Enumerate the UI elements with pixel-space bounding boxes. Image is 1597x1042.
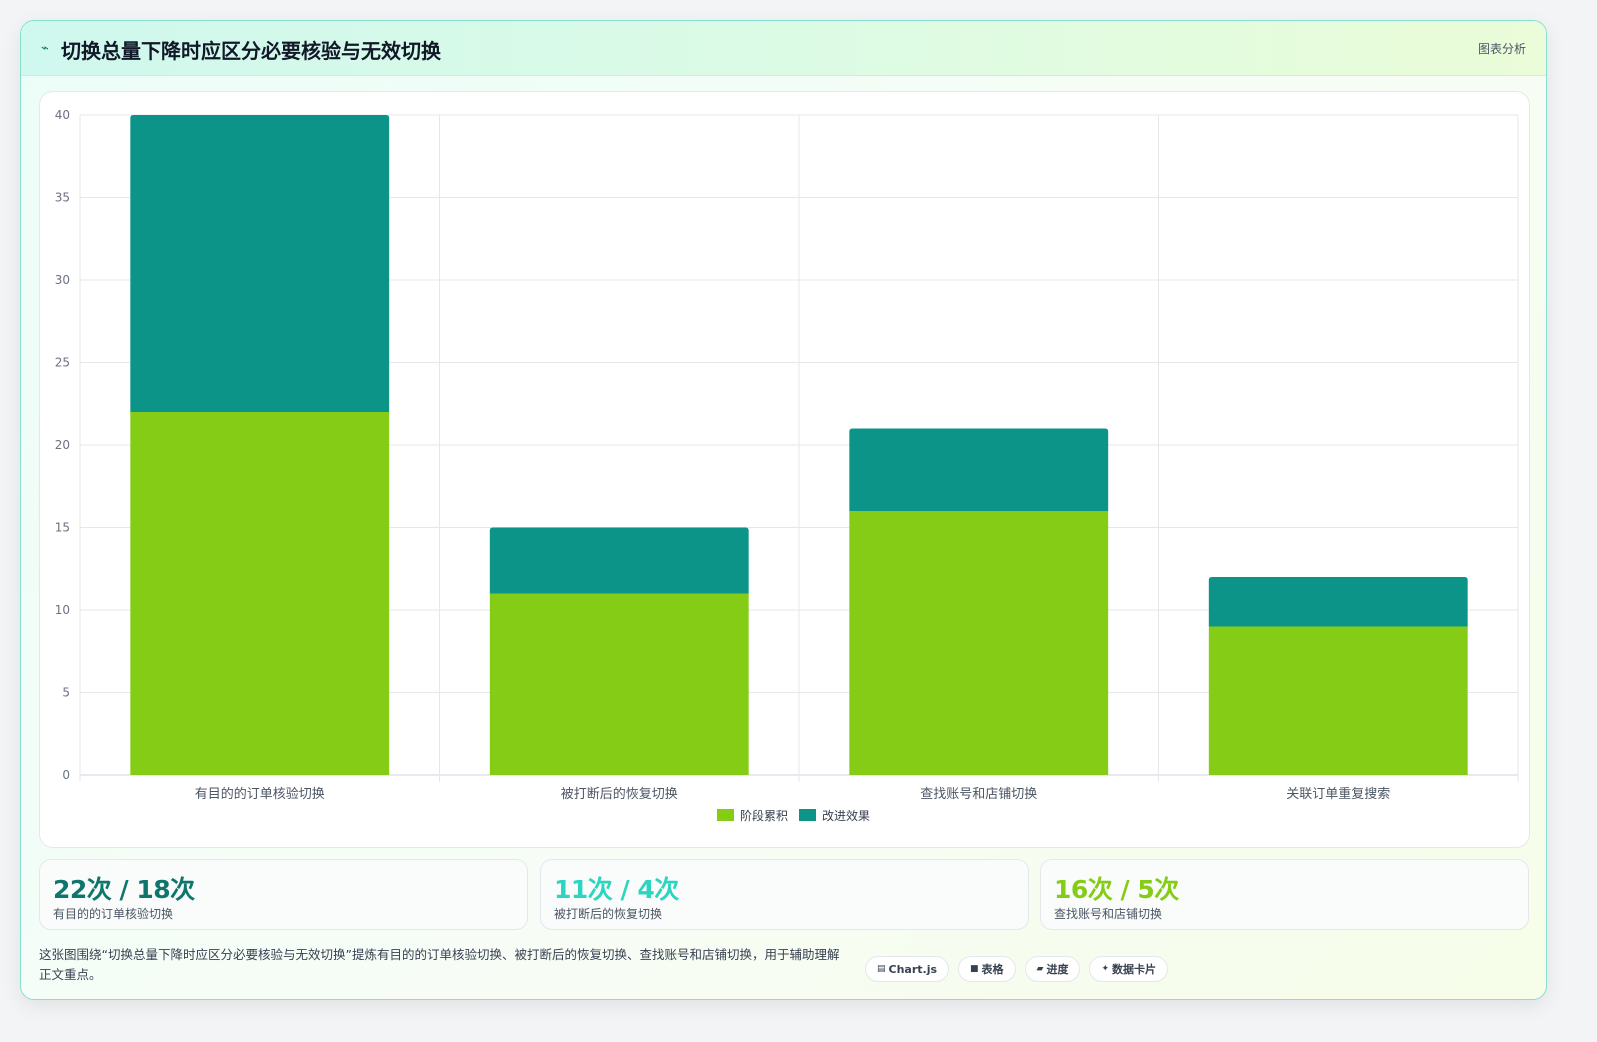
bar-stage <box>489 593 749 775</box>
chip-progress[interactable]: ▰ 进度 <box>1024 956 1081 982</box>
chart-card: ⌁ 切换总量下降时应区分必要核验与无效切换 图表分析 0 5 10 15 20 25 30 3… <box>20 20 1547 1000</box>
legend-swatch <box>717 809 734 821</box>
stat-label: 有目的的订单核验切换 <box>53 907 174 921</box>
bar-improve <box>1208 577 1468 627</box>
y-tick-label: 10 <box>55 603 70 617</box>
page-title: 切换总量下降时应区分必要核验与无效切换 <box>61 39 441 63</box>
bar-stage <box>849 511 1109 775</box>
chip-label: 进度 <box>1046 963 1069 976</box>
stat-card-1: 22次 / 18次 有目的的订单核验切换 <box>39 859 528 930</box>
tech-chips: ▤ Chart.js ■ 表格 ▰ 进度 ✦ 数据卡片 <box>865 956 1169 982</box>
chart-icon: ▤ <box>877 964 886 974</box>
y-tick-label: 20 <box>55 438 70 452</box>
y-tick-label: 35 <box>55 191 70 205</box>
chip-chartjs[interactable]: ▤ Chart.js <box>865 956 950 982</box>
chip-label: Chart.js <box>888 962 938 976</box>
chart-panel: 0 5 10 15 20 25 30 35 40 有目的的订单核验切换 被打断后的恢复切换 查找账号和… <box>39 91 1530 848</box>
stat-label: 查找账号和店铺切换 <box>1054 907 1163 921</box>
chip-label: 表格 <box>981 963 1004 976</box>
x-tick-label: 关联订单重复搜索 <box>1286 786 1390 802</box>
bar-stage <box>130 412 390 775</box>
stat-value: 16次 / 5次 <box>1054 875 1179 904</box>
progress-icon: ▰ <box>1036 964 1044 974</box>
sparkle-icon: ✦ <box>1101 964 1110 974</box>
x-tick-label: 被打断后的恢复切换 <box>561 786 678 802</box>
chip-table[interactable]: ■ 表格 <box>958 956 1016 982</box>
chip-label: 数据卡片 <box>1112 963 1157 976</box>
bar-stage <box>1208 626 1468 775</box>
y-tick-label: 40 <box>55 108 70 122</box>
header-tag: 图表分析 <box>1477 42 1526 56</box>
stat-label: 被打断后的恢复切换 <box>554 907 663 921</box>
stat-value: 11次 / 4次 <box>554 875 679 904</box>
bar-improve <box>849 428 1109 511</box>
y-tick-label: 5 <box>62 686 70 700</box>
y-tick-label: 25 <box>55 356 70 370</box>
legend-label: 阶段累积 <box>740 808 788 823</box>
bar-improve <box>489 527 749 594</box>
chart-description: 这张图围绕“切换总量下降时应区分必要核验与无效切换”提炼有目的的订单核验切换、被… <box>39 947 840 982</box>
bar-improve <box>130 115 390 412</box>
x-tick-label: 有目的的订单核验切换 <box>195 786 325 802</box>
chip-data-card[interactable]: ✦ 数据卡片 <box>1089 956 1169 982</box>
stat-card-2: 11次 / 4次 被打断后的恢复切换 <box>540 859 1029 930</box>
y-tick-label: 0 <box>62 768 70 782</box>
stat-value: 22次 / 18次 <box>53 875 195 904</box>
legend-swatch <box>799 809 816 821</box>
x-tick-label: 查找账号和店铺切换 <box>920 787 1037 802</box>
table-icon: ■ <box>970 964 979 974</box>
y-tick-label: 15 <box>55 521 70 535</box>
chart-spark-icon: ⌁ <box>41 41 49 56</box>
stat-card-3: 16次 / 5次 查找账号和店铺切换 <box>1040 859 1529 930</box>
legend-label: 改进效果 <box>822 808 870 823</box>
y-tick-label: 30 <box>55 273 70 287</box>
stacked-bar-chart: 0 5 10 15 20 25 30 35 40 有目的的订单核验切换 被打断后的恢复切换 查找账号和… <box>55 108 1519 823</box>
card-header: ⌁ 切换总量下降时应区分必要核验与无效切换 图表分析 <box>21 21 1546 76</box>
